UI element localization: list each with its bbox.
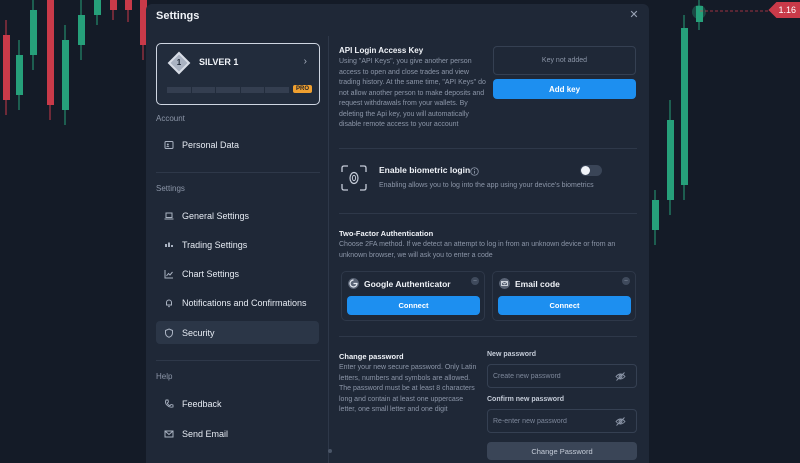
tfa-card-google: Google Authenticator – Connect	[341, 271, 485, 321]
level-progress-bar	[167, 87, 289, 93]
candle-body	[681, 28, 688, 185]
email-code-icon	[499, 278, 510, 289]
section-label-settings: Settings	[156, 184, 185, 193]
face-id-icon	[341, 165, 367, 191]
price-glow	[692, 5, 706, 19]
minus-icon: –	[471, 277, 479, 285]
candle-body	[125, 0, 132, 10]
laptop-icon	[164, 211, 174, 221]
security-content: API Login Access Key Using "API Keys", y…	[329, 36, 649, 463]
tfa-method-name: Google Authenticator	[364, 279, 451, 289]
connect-google-button[interactable]: Connect	[347, 296, 480, 315]
candle-body	[110, 0, 117, 10]
candle-body	[16, 55, 23, 95]
new-password-field	[487, 364, 637, 388]
section-label-account: Account	[156, 114, 185, 123]
phone-icon	[164, 399, 174, 409]
confirm-password-input[interactable]	[493, 415, 611, 428]
confirm-password-label: Confirm new password	[487, 396, 565, 403]
sidebar-item-label: General Settings	[182, 210, 250, 221]
sidebar-item-send-email[interactable]: Send Email	[156, 422, 319, 445]
modal-title: Settings	[156, 10, 200, 22]
api-key-description: Using "API Keys", you give another perso…	[339, 58, 486, 128]
sidebar-item-label: Notifications and Confirmations	[182, 297, 307, 308]
shield-icon	[164, 327, 174, 338]
new-password-label: New password	[487, 351, 537, 358]
content-divider	[339, 148, 637, 149]
sidebar-item-label: Trading Settings	[182, 239, 248, 250]
sidebar-item-label: Feedback	[182, 398, 222, 409]
content-divider	[339, 336, 637, 337]
sidebar-item-general-settings[interactable]: General Settings	[156, 204, 319, 227]
candle-body	[30, 10, 37, 55]
tfa-method-name: Email code	[515, 279, 560, 289]
bell-icon	[164, 298, 174, 308]
mail-icon	[164, 429, 174, 439]
close-icon[interactable]: ✕	[627, 8, 641, 22]
level-number: 1	[176, 58, 182, 67]
sidebar-item-label: Send Email	[182, 428, 229, 439]
trading-icon	[164, 240, 174, 250]
settings-sidebar: 1 SILVER 1 › PRO Account Personal Data S…	[146, 36, 329, 463]
level-name: SILVER 1	[199, 57, 239, 67]
confirm-password-field	[487, 409, 637, 433]
candle-body	[78, 15, 85, 45]
api-key-title: API Login Access Key	[339, 46, 424, 55]
biometric-title: Enable biometric login	[379, 165, 471, 175]
sidebar-item-label: Security	[182, 327, 215, 338]
candle-body	[47, 0, 54, 105]
sidebar-item-feedback[interactable]: Feedback	[156, 392, 319, 415]
sidebar-item-label: Personal Data	[182, 139, 240, 150]
content-divider	[339, 213, 637, 214]
api-key-status: Key not added	[493, 46, 636, 75]
connect-email-button[interactable]: Connect	[498, 296, 631, 315]
sidebar-divider	[156, 360, 320, 361]
settings-modal: Settings ✕ 1 SILVER 1 › PRO Account Pers…	[146, 4, 649, 463]
candle-body	[94, 0, 101, 15]
two-factor-title: Two-Factor Authentication	[339, 229, 434, 238]
google-authenticator-icon	[348, 278, 359, 289]
sidebar-item-personal-data[interactable]: Personal Data	[156, 133, 319, 156]
sidebar-item-trading-settings[interactable]: Trading Settings	[156, 233, 319, 256]
candle-body	[3, 35, 10, 100]
sidebar-item-chart-settings[interactable]: Chart Settings	[156, 262, 319, 285]
sidebar-item-label: Chart Settings	[182, 268, 240, 279]
sidebar-item-notifications[interactable]: Notifications and Confirmations	[156, 291, 319, 314]
chevron-right-icon: ›	[303, 56, 307, 67]
candle-body	[652, 200, 659, 230]
new-password-input[interactable]	[493, 370, 611, 383]
change-password-description: Enter your new secure password. Only Lat…	[339, 364, 477, 413]
sidebar-divider	[156, 172, 320, 173]
candle-body	[62, 40, 69, 110]
info-icon[interactable]	[470, 167, 479, 176]
tfa-card-email: Email code – Connect	[492, 271, 636, 321]
two-factor-description: Choose 2FA method. If we detect an attem…	[339, 241, 616, 259]
candle-body	[667, 120, 674, 200]
change-password-title: Change password	[339, 352, 404, 361]
minus-icon: –	[622, 277, 630, 285]
sidebar-item-security[interactable]: Security	[156, 321, 319, 344]
eye-off-icon[interactable]	[615, 371, 626, 382]
id-card-icon	[164, 140, 174, 150]
eye-off-icon[interactable]	[615, 416, 626, 427]
chart-icon	[164, 269, 174, 279]
biometric-toggle[interactable]	[580, 165, 602, 176]
pro-badge: PRO	[293, 85, 313, 93]
change-password-button[interactable]: Change Password	[487, 442, 637, 460]
section-label-help: Help	[156, 372, 173, 381]
biometric-description: Enabling allows you to log into the app …	[379, 182, 594, 189]
profile-level-card[interactable]: 1 SILVER 1 › PRO	[156, 43, 320, 105]
add-key-button[interactable]: Add key	[493, 79, 636, 99]
